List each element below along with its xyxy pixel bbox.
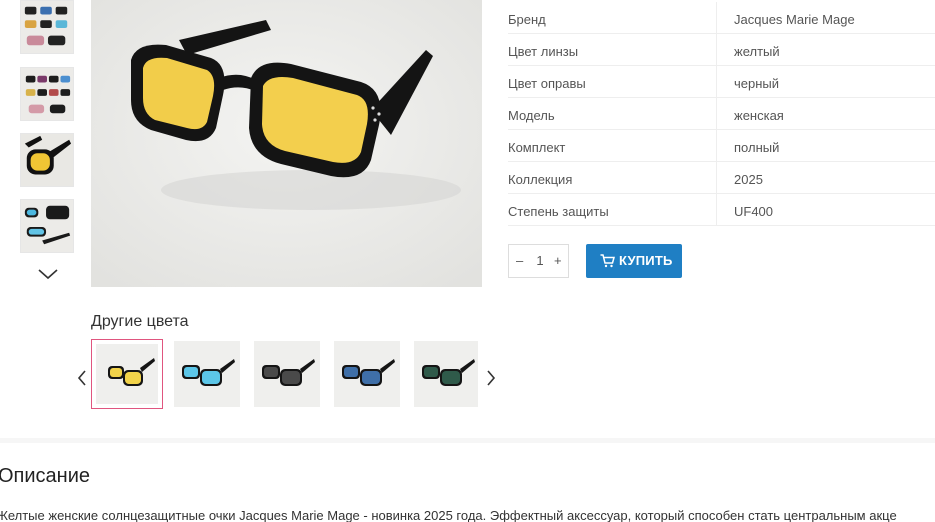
quantity-decrement-button[interactable]: – [516,253,523,268]
gallery-thumbnail[interactable] [20,67,74,121]
spec-key: Цвет линзы [508,44,579,59]
spec-value: женская [734,108,784,123]
spec-divider [716,162,717,194]
quantity-value[interactable]: 1 [536,253,544,268]
spec-key: Коллекция [508,172,573,187]
spec-value: Jacques Marie Mage [734,12,855,27]
spec-divider [716,66,717,98]
spec-value: желтый [734,44,780,59]
buy-button[interactable]: КУПИТЬ [586,244,682,278]
color-option-blue[interactable] [174,341,240,407]
color-option-black[interactable] [254,341,320,407]
spec-row: Цвет линзы желтый [508,34,935,66]
spec-row: Степень защиты UF400 [508,194,935,226]
chevron-right-icon[interactable] [484,368,498,388]
chevron-down-icon[interactable] [37,266,59,282]
color-option-dark-blue[interactable] [334,341,400,407]
spec-key: Цвет оправы [508,76,586,91]
spec-divider [716,130,717,162]
spec-value: UF400 [734,204,774,219]
other-colors-title: Другие цвета [91,313,189,330]
chevron-left-icon[interactable] [75,368,89,388]
spec-key: Комплект [508,140,566,155]
spec-divider [716,2,717,34]
main-product-image [91,0,482,287]
spec-row: Коллекция 2025 [508,162,935,194]
spec-divider [716,34,717,66]
spec-key: Бренд [508,12,546,27]
section-divider [0,438,935,443]
spec-key: Степень защиты [508,204,609,219]
color-option-green[interactable] [414,341,478,407]
spec-key: Модель [508,108,555,123]
description-text: Желтые женские солнцезащитные очки Jacqu… [0,508,897,522]
spec-divider [716,98,717,130]
spec-row: Модель женская [508,98,935,130]
gallery-thumbnail[interactable] [20,0,74,54]
gallery-thumbnail[interactable] [20,133,74,187]
spec-row: Бренд Jacques Marie Mage [508,2,935,34]
spec-value: полный [734,140,780,155]
quantity-stepper: – 1 + [508,244,569,278]
quantity-increment-button[interactable]: + [554,253,562,268]
color-option-yellow[interactable] [91,339,163,409]
spec-row: Комплект полный [508,130,935,162]
buy-button-label: КУПИТЬ [619,253,673,268]
spec-value: черный [734,76,780,91]
spec-divider [716,194,717,226]
spec-value: 2025 [734,172,763,187]
spec-row: Цвет оправы черный [508,66,935,98]
description-title: Описание [0,465,91,487]
cart-icon [600,254,615,268]
gallery-thumbnail[interactable] [20,199,74,253]
